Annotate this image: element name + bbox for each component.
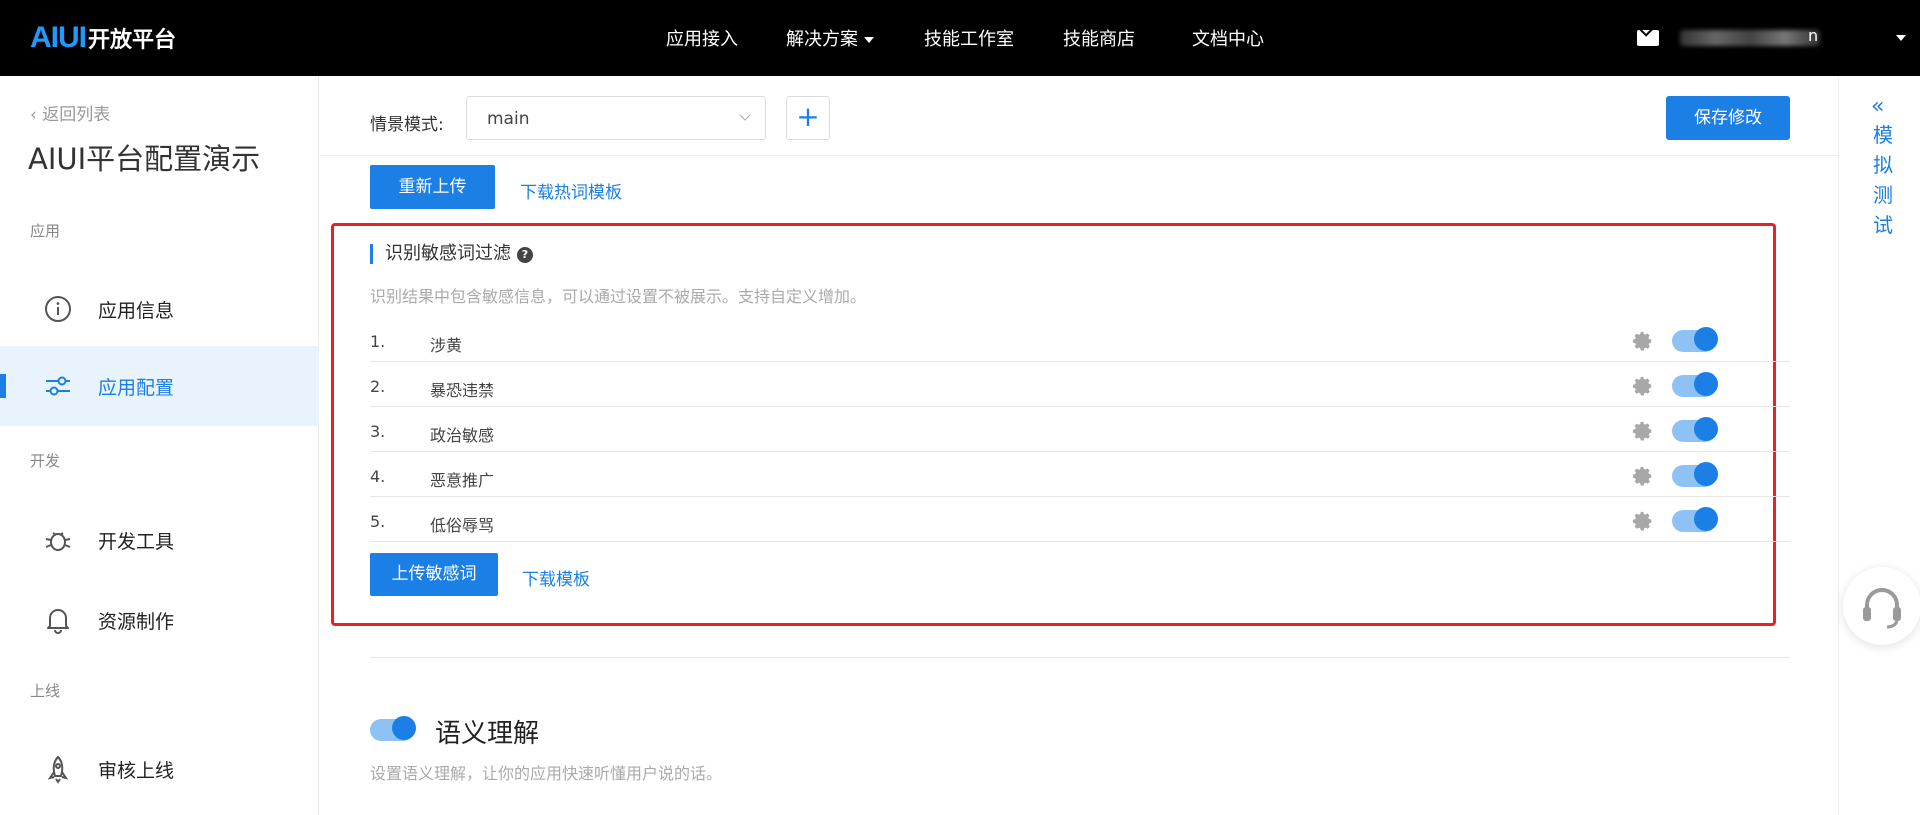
row-name: 恶意推广: [430, 471, 495, 490]
scene-mode-select[interactable]: main: [466, 96, 766, 140]
user-account-blurred[interactable]: [1680, 30, 1820, 46]
list-item: 2. 暴恐违禁: [370, 363, 1790, 407]
enable-toggle[interactable]: [1672, 507, 1718, 532]
nav-docs[interactable]: 文档中心: [1192, 25, 1264, 51]
nav-app-access[interactable]: 应用接入: [666, 25, 738, 51]
nav-solutions-label: 解决方案: [786, 29, 858, 50]
scene-mode-value: main: [487, 109, 530, 129]
sensitive-filter-description: 识别结果中包含敏感信息，可以通过设置不被展示。支持自定义增加。: [370, 287, 867, 306]
sidebar-item-label: 审核上线: [98, 759, 175, 782]
row-name: 政治敏感: [430, 426, 495, 445]
list-item: 3. 政治敏感: [370, 408, 1790, 452]
user-menu-caret-icon[interactable]: [1896, 35, 1906, 41]
list-item: 5. 低俗辱骂: [370, 498, 1790, 542]
nav-solutions[interactable]: 解决方案: [786, 25, 874, 51]
sidebar-item-app-info[interactable]: 应用信息: [0, 269, 319, 349]
list-item: 4. 恶意推广: [370, 453, 1790, 497]
section-label-app: 应用: [30, 222, 61, 240]
info-icon: [43, 294, 73, 324]
chevron-down-icon: [739, 109, 751, 121]
row-name: 低俗辱骂: [430, 516, 495, 535]
logo-mark: AIUI: [30, 21, 87, 54]
scene-toolbar: 情景模式: main + 保存修改: [320, 76, 1838, 156]
row-name: 涉黄: [430, 336, 463, 355]
simulation-test-panel[interactable]: « 模拟测试: [1838, 76, 1920, 815]
help-icon[interactable]: ?: [517, 247, 533, 263]
gear-icon[interactable]: [1632, 510, 1654, 532]
back-label: 返回列表: [42, 105, 111, 125]
upload-sensitive-words-button[interactable]: 上传敏感词: [370, 553, 498, 596]
caret-down-icon: [864, 37, 874, 43]
nav-skill-store[interactable]: 技能商店: [1063, 25, 1135, 51]
gear-icon[interactable]: [1632, 375, 1654, 397]
sidebar-item-review-launch[interactable]: 审核上线: [0, 729, 319, 809]
enable-toggle[interactable]: [1672, 327, 1718, 352]
rocket-icon: [43, 754, 73, 784]
enable-toggle[interactable]: [1672, 462, 1718, 487]
back-to-list-link[interactable]: ‹ 返回列表: [30, 100, 110, 125]
sidebar-item-label: 资源制作: [98, 610, 175, 633]
customer-support-button[interactable]: [1843, 567, 1920, 645]
nav-skill-studio[interactable]: 技能工作室: [924, 25, 1014, 51]
headset-icon: [1863, 588, 1901, 629]
sidebar-item-resources[interactable]: 资源制作: [0, 580, 319, 660]
section-divider: [370, 657, 1790, 658]
sidebar-item-dev-tools[interactable]: 开发工具: [0, 500, 319, 580]
scene-mode-label: 情景模式:: [370, 115, 444, 135]
sidebar: ‹ 返回列表 AIUI平台配置演示 应用 应用信息 应用配置 开发 开发工具 资…: [0, 76, 319, 815]
bug-icon: [43, 525, 73, 555]
row-number: 5.: [370, 512, 386, 531]
row-number: 4.: [370, 467, 386, 486]
gear-icon[interactable]: [1632, 465, 1654, 487]
semantic-toggle[interactable]: [370, 716, 416, 741]
gear-icon[interactable]: [1632, 420, 1654, 442]
add-scene-button[interactable]: +: [786, 96, 830, 140]
bell-icon: [43, 605, 73, 635]
sensitive-filter-title: 识别敏感词过滤?: [370, 244, 533, 264]
app-title: AIUI平台配置演示: [28, 142, 261, 176]
sidebar-item-label: 应用配置: [98, 376, 175, 399]
sensitive-filter-title-text: 识别敏感词过滤: [385, 243, 511, 264]
row-number: 1.: [370, 332, 386, 351]
logo-text: 开放平台: [88, 28, 177, 53]
section-label-dev: 开发: [30, 452, 61, 470]
mail-icon[interactable]: [1637, 30, 1659, 46]
row-number: 3.: [370, 422, 386, 441]
sidebar-item-label: 开发工具: [98, 530, 175, 553]
enable-toggle[interactable]: [1672, 372, 1718, 397]
download-hotword-template-link[interactable]: 下载热词模板: [520, 178, 622, 203]
reupload-hotword-button[interactable]: 重新上传: [370, 165, 495, 209]
top-navigation-bar: AIUI 开放平台 应用接入 解决方案 技能工作室 技能商店 文档中心 n: [0, 0, 1920, 76]
sliders-icon: [43, 371, 73, 401]
semantic-section-description: 设置语义理解，让你的应用快速听懂用户说的话。: [370, 764, 723, 783]
row-name: 暴恐违禁: [430, 381, 495, 400]
save-changes-button[interactable]: 保存修改: [1666, 96, 1790, 140]
row-number: 2.: [370, 377, 386, 396]
logo[interactable]: AIUI 开放平台: [30, 21, 177, 54]
sidebar-item-app-config[interactable]: 应用配置: [0, 346, 319, 426]
sidebar-item-label: 应用信息: [98, 299, 175, 322]
enable-toggle[interactable]: [1672, 417, 1718, 442]
simulation-test-label[interactable]: 模拟测试: [1871, 120, 1895, 240]
semantic-section-title: 语义理解: [435, 719, 540, 749]
section-label-online: 上线: [30, 682, 61, 700]
gear-icon[interactable]: [1632, 330, 1654, 352]
double-chevron-left-icon[interactable]: «: [1871, 94, 1884, 119]
download-template-link[interactable]: 下载模板: [522, 565, 590, 590]
user-name-suffix[interactable]: n: [1808, 26, 1818, 45]
list-item: 1. 涉黄: [370, 318, 1790, 362]
